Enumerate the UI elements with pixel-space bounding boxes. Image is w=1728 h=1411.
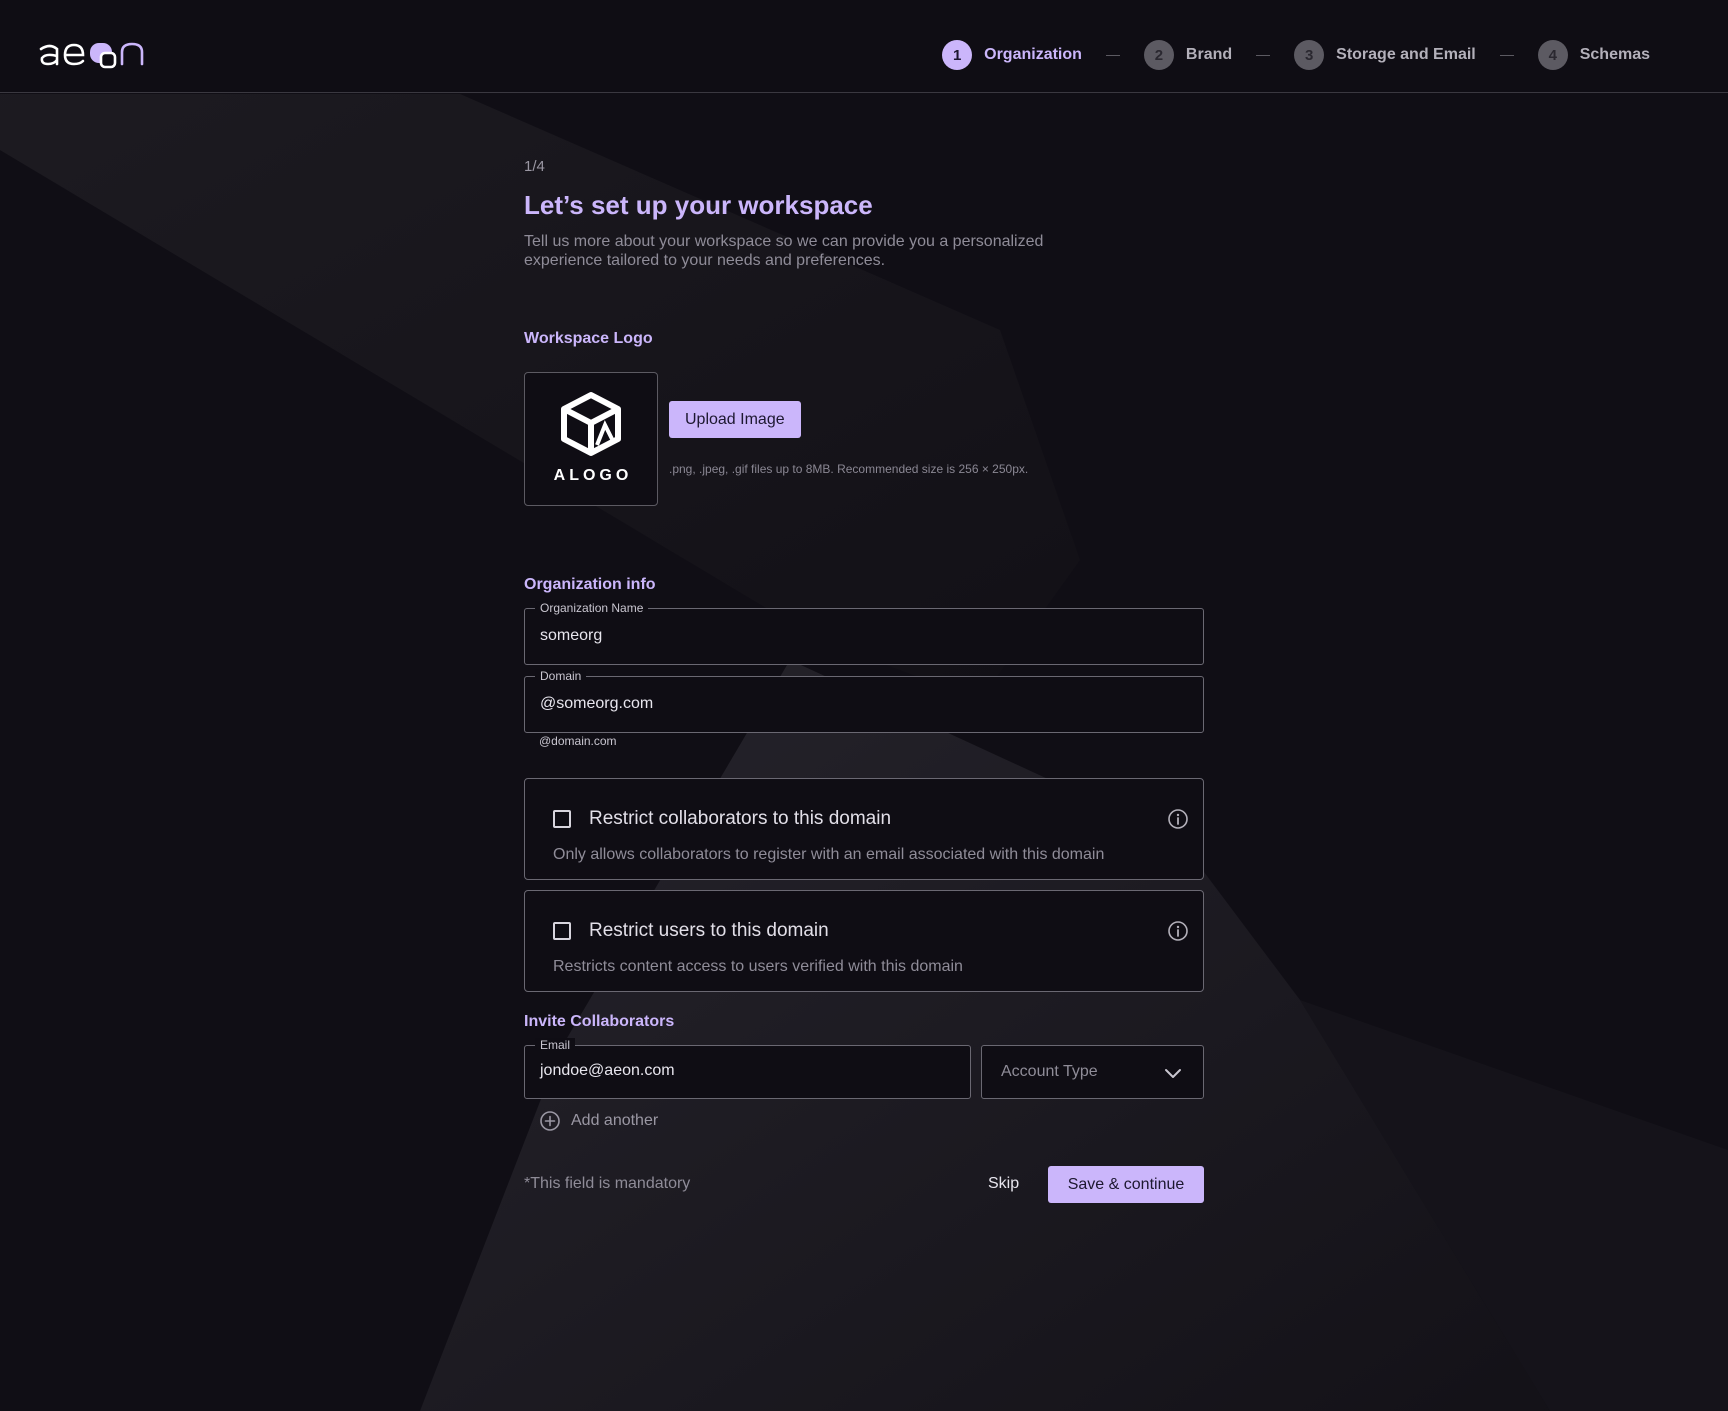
plus-circle-icon	[540, 1111, 560, 1131]
restrict-users-card: Restrict users to this domain Restricts …	[524, 890, 1204, 992]
step-separator	[1105, 54, 1120, 56]
step-counter: 1/4	[524, 158, 545, 175]
account-type-select[interactable]: Account Type	[981, 1045, 1204, 1099]
add-another-label: Add another	[571, 1112, 659, 1129]
step-number: 1	[942, 40, 973, 70]
cube-logo-icon	[561, 392, 621, 456]
restrict-collaborators-card: Restrict collaborators to this domain On…	[524, 778, 1204, 880]
aeon-logo-icon[interactable]: aeon	[38, 36, 156, 70]
step-schemas[interactable]: 4 Schemas	[1537, 40, 1650, 70]
step-number: 2	[1143, 40, 1174, 70]
page-title: Let’s set up your workspace	[524, 190, 873, 220]
restrict-collaborators-title: Restrict collaborators to this domain	[589, 808, 892, 829]
account-type-placeholder: Account Type	[1001, 1063, 1098, 1080]
workspace-logo-preview[interactable]: ALOGO	[524, 372, 658, 506]
step-separator	[1256, 54, 1271, 56]
info-circle-icon[interactable]	[1167, 920, 1189, 942]
step-number: 3	[1294, 40, 1325, 70]
onboarding-stepper: 1 Organization 2 Brand 3 Storage and Ema…	[942, 40, 1650, 70]
invite-collaborators-label: Invite Collaborators	[524, 1013, 675, 1030]
domain-field[interactable]: Domain @someorg.com	[524, 669, 1204, 733]
organization-name-field[interactable]: Organization Name someorg	[524, 601, 1204, 665]
domain-helper-text: @domain.com	[539, 734, 617, 748]
email-field[interactable]: Email jondoe@aeon.com	[524, 1038, 971, 1099]
field-legend: Organization Name	[535, 601, 649, 615]
domain-value[interactable]: @someorg.com	[540, 695, 653, 713]
save-continue-button[interactable]: Save & continue	[1048, 1166, 1204, 1203]
workspace-logo-wordmark: ALOGO	[553, 467, 633, 484]
upload-image-button[interactable]: Upload Image	[669, 401, 801, 438]
add-another-button[interactable]: Add another	[539, 1110, 658, 1132]
restrict-collaborators-checkbox[interactable]	[553, 810, 571, 828]
field-legend: Domain	[535, 669, 587, 683]
workspace-logo-label: Workspace Logo	[524, 330, 653, 347]
info-circle-icon[interactable]	[1167, 808, 1189, 830]
organization-info-label: Organization info	[524, 576, 656, 593]
step-label: Brand	[1185, 46, 1233, 63]
organization-name-value[interactable]: someorg	[540, 627, 602, 645]
mandatory-note: *This field is mandatory	[524, 1175, 691, 1192]
email-value[interactable]: jondoe@aeon.com	[540, 1062, 675, 1080]
step-number: 4	[1537, 40, 1568, 70]
step-organization[interactable]: 1 Organization	[942, 40, 1082, 70]
step-label: Organization	[984, 46, 1082, 63]
restrict-users-checkbox[interactable]	[553, 922, 571, 940]
upload-hint: .png, .jpeg, .gif files up to 8MB. Recom…	[669, 462, 1029, 476]
page-intro: Tell us more about your workspace so we …	[524, 233, 1044, 269]
step-separator	[1499, 54, 1514, 56]
field-legend: Email	[535, 1038, 576, 1052]
step-label: Schemas	[1579, 46, 1650, 63]
chevron-down-icon	[1165, 1069, 1181, 1078]
restrict-users-title: Restrict users to this domain	[589, 920, 829, 941]
skip-button[interactable]: Skip	[988, 1175, 1019, 1193]
top-header: aeon 1 Organization 2 Brand 3 Storage an…	[0, 0, 1728, 93]
restrict-users-description: Restricts content access to users verifi…	[553, 958, 963, 975]
step-brand[interactable]: 2 Brand	[1143, 40, 1233, 70]
restrict-collaborators-description: Only allows collaborators to register wi…	[553, 846, 1105, 863]
step-storage-and-email[interactable]: 3 Storage and Email	[1294, 40, 1476, 70]
step-label: Storage and Email	[1336, 46, 1476, 63]
